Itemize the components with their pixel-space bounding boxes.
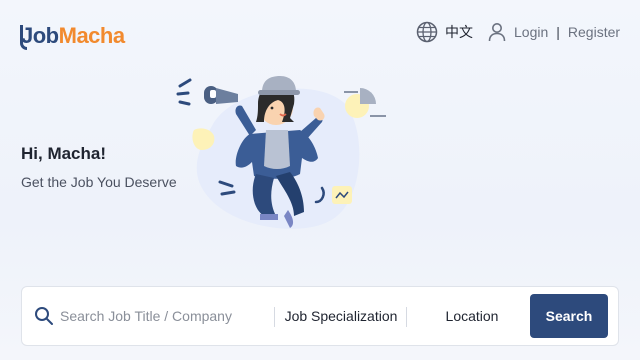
- globe-icon: [416, 21, 438, 43]
- language-switcher[interactable]: 中文: [416, 20, 473, 44]
- divider: [406, 307, 407, 327]
- location-select[interactable]: Location: [412, 301, 532, 331]
- auth-links: Login | Register: [488, 20, 620, 44]
- search-button[interactable]: Search: [530, 294, 608, 338]
- divider: [274, 307, 275, 327]
- user-icon: [488, 23, 506, 42]
- auth-separator: |: [556, 24, 560, 40]
- jobmacha-logo[interactable]: Job Macha: [20, 14, 125, 50]
- register-link[interactable]: Register: [568, 24, 620, 40]
- job-search-bar: Job Specialization Location Search: [21, 286, 619, 346]
- logo-text-macha: Macha: [58, 23, 125, 48]
- login-link[interactable]: Login: [514, 24, 548, 40]
- search-icon: [35, 307, 53, 325]
- language-label: 中文: [445, 24, 473, 40]
- hero-subtitle: Get the Job You Deserve: [21, 174, 177, 190]
- job-specialization-select[interactable]: Job Specialization: [280, 301, 402, 331]
- person-with-megaphone-illustration: [176, 76, 386, 229]
- logo-text-job: Job: [20, 23, 59, 50]
- greeting-heading: Hi, Macha!: [21, 144, 107, 163]
- job-search-input[interactable]: [60, 301, 280, 331]
- header: Job Macha 中文 Login | Register: [0, 0, 640, 64]
